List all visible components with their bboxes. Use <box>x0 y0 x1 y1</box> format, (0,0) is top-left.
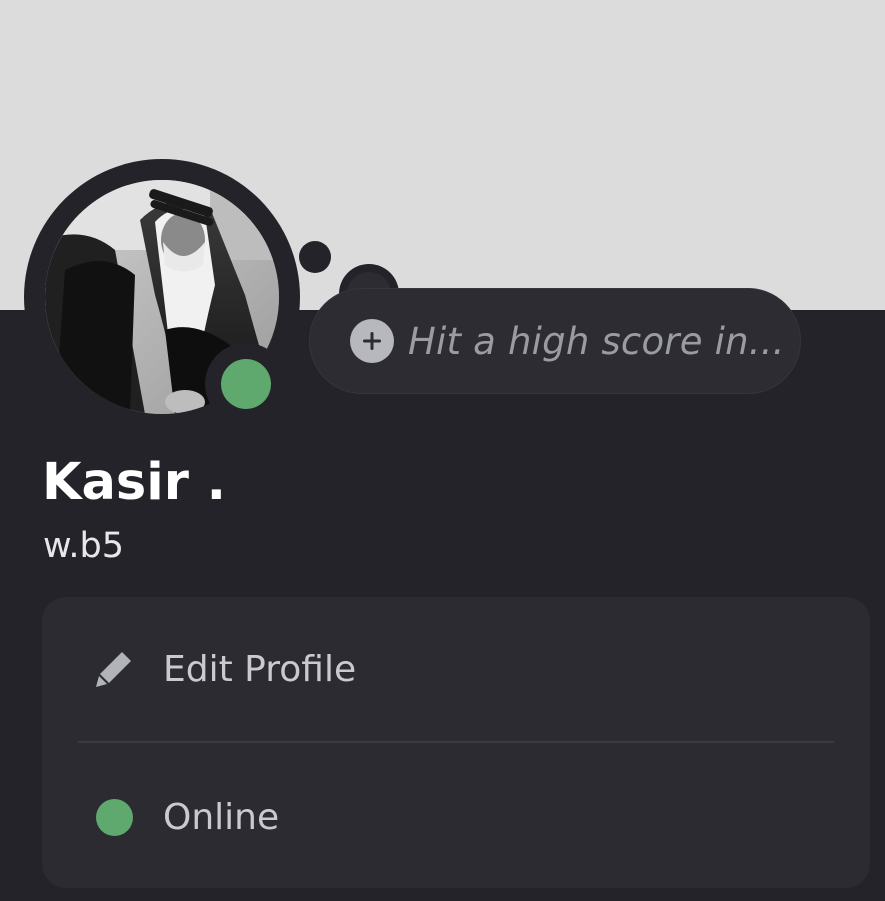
display-name: Kasir . <box>42 453 227 512</box>
menu-divider <box>78 741 834 743</box>
custom-status-placeholder: Hit a high score in... <box>408 319 785 363</box>
pencil-icon <box>92 647 136 691</box>
edit-profile-label: Edit Profile <box>163 648 357 690</box>
thought-bubble-small <box>299 241 331 273</box>
online-status-label: Online <box>163 796 280 838</box>
profile-actions-card: Edit Profile Online <box>42 597 870 888</box>
plus-circle-icon <box>350 319 394 363</box>
online-status-dot-icon <box>92 795 136 839</box>
custom-status-input[interactable]: Hit a high score in... <box>309 288 801 394</box>
online-status-indicator <box>221 359 271 409</box>
profile-sheet: Hit a high score in... Kasir . w.b5 Edit… <box>0 0 885 901</box>
username: w.b5 <box>43 526 125 566</box>
edit-profile-button[interactable]: Edit Profile <box>42 599 870 739</box>
online-dot <box>95 798 133 836</box>
online-status-button[interactable]: Online <box>42 747 870 887</box>
